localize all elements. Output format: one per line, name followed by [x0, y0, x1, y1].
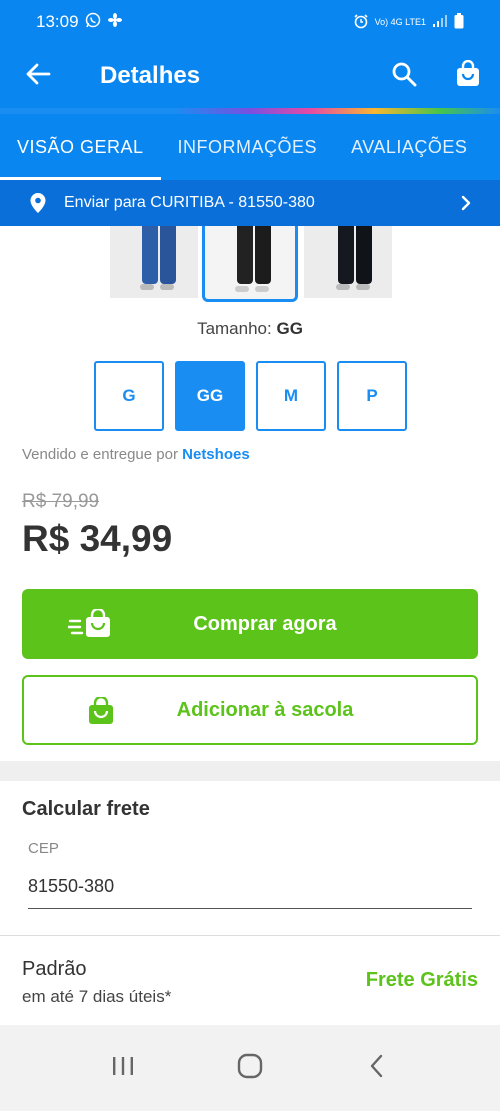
ship-to-text: Enviar para CURITIBA - 81550-380: [64, 194, 315, 211]
seller-info: Vendido e entregue por Netshoes: [22, 446, 250, 463]
size-option-gg[interactable]: GG: [175, 361, 245, 431]
whatsapp-icon: [85, 12, 101, 33]
size-selected-value: GG: [276, 319, 303, 338]
cart-button[interactable]: [436, 44, 500, 108]
page-title: Detalhes: [100, 62, 201, 89]
search-icon: [391, 61, 417, 92]
size-option-p[interactable]: P: [337, 361, 407, 431]
recents-icon: [111, 1055, 135, 1082]
chevron-right-icon: [460, 195, 472, 211]
status-bar: 13:09 Vo) 4G LTE1: [0, 0, 500, 44]
seller-name-link[interactable]: Netshoes: [182, 446, 250, 463]
tab-avaliacoes[interactable]: AVALIAÇÕES: [334, 114, 484, 180]
signal-icon: [432, 14, 448, 30]
shipping-option-time: em até 7 dias úteis*: [22, 987, 172, 1006]
size-label-prefix: Tamanho:: [197, 319, 272, 338]
bag-icon: [88, 697, 114, 725]
thumbnail-dark-pants[interactable]: [304, 226, 392, 298]
size-selector: G GG M P: [94, 361, 407, 431]
shipping-option-price: Frete Grátis: [365, 969, 478, 991]
nav-back-button[interactable]: [347, 1038, 407, 1098]
divider: [0, 935, 500, 936]
product-thumbnails: [0, 226, 500, 302]
bag-icon: [455, 59, 481, 93]
seller-prefix: Vendido e entregue por: [22, 446, 178, 463]
location-pin-icon: [28, 192, 48, 214]
section-divider: [0, 761, 500, 781]
battery-icon: [454, 13, 464, 31]
buy-now-button[interactable]: Comprar agora: [22, 589, 478, 659]
fan-icon: [107, 12, 123, 33]
thumbnail-blue-pants[interactable]: [110, 226, 198, 298]
old-price: R$ 79,99: [22, 491, 100, 512]
tab-visao-geral[interactable]: VISÃO GERAL: [0, 114, 161, 180]
cep-input-underline: [28, 908, 472, 909]
cep-input[interactable]: 81550-380: [28, 876, 114, 897]
thumbnail-black-pants-selected[interactable]: [202, 226, 298, 302]
fast-bag-icon: [68, 609, 114, 639]
tab-informacoes[interactable]: INFORMAÇÕES: [161, 114, 335, 180]
nav-back-icon: [369, 1054, 385, 1083]
current-price: R$ 34,99: [22, 518, 173, 559]
home-icon: [237, 1053, 263, 1084]
shipping-calc-title: Calcular frete: [22, 798, 150, 820]
add-to-bag-button[interactable]: Adicionar à sacola: [22, 675, 478, 745]
back-button[interactable]: [0, 44, 76, 108]
shipping-option-name: Padrão: [22, 958, 87, 980]
home-button[interactable]: [220, 1038, 280, 1098]
app-bar: Detalhes: [0, 44, 500, 108]
recents-button[interactable]: [93, 1038, 153, 1098]
ship-to-bar[interactable]: Enviar para CURITIBA - 81550-380: [0, 180, 500, 226]
size-label: Tamanho: GG: [0, 319, 500, 339]
cep-field-label: CEP: [28, 840, 59, 857]
tab-more[interactable]: C: [484, 114, 500, 180]
alarm-icon: [353, 13, 369, 31]
network-label: Vo) 4G LTE1: [374, 17, 426, 27]
tab-bar: VISÃO GERAL INFORMAÇÕES AVALIAÇÕES C: [0, 114, 500, 180]
status-time: 13:09: [36, 12, 79, 31]
size-option-m[interactable]: M: [256, 361, 326, 431]
search-button[interactable]: [372, 44, 436, 108]
size-option-g[interactable]: G: [94, 361, 164, 431]
back-arrow-icon: [25, 61, 51, 92]
system-nav-bar: [0, 1025, 500, 1111]
